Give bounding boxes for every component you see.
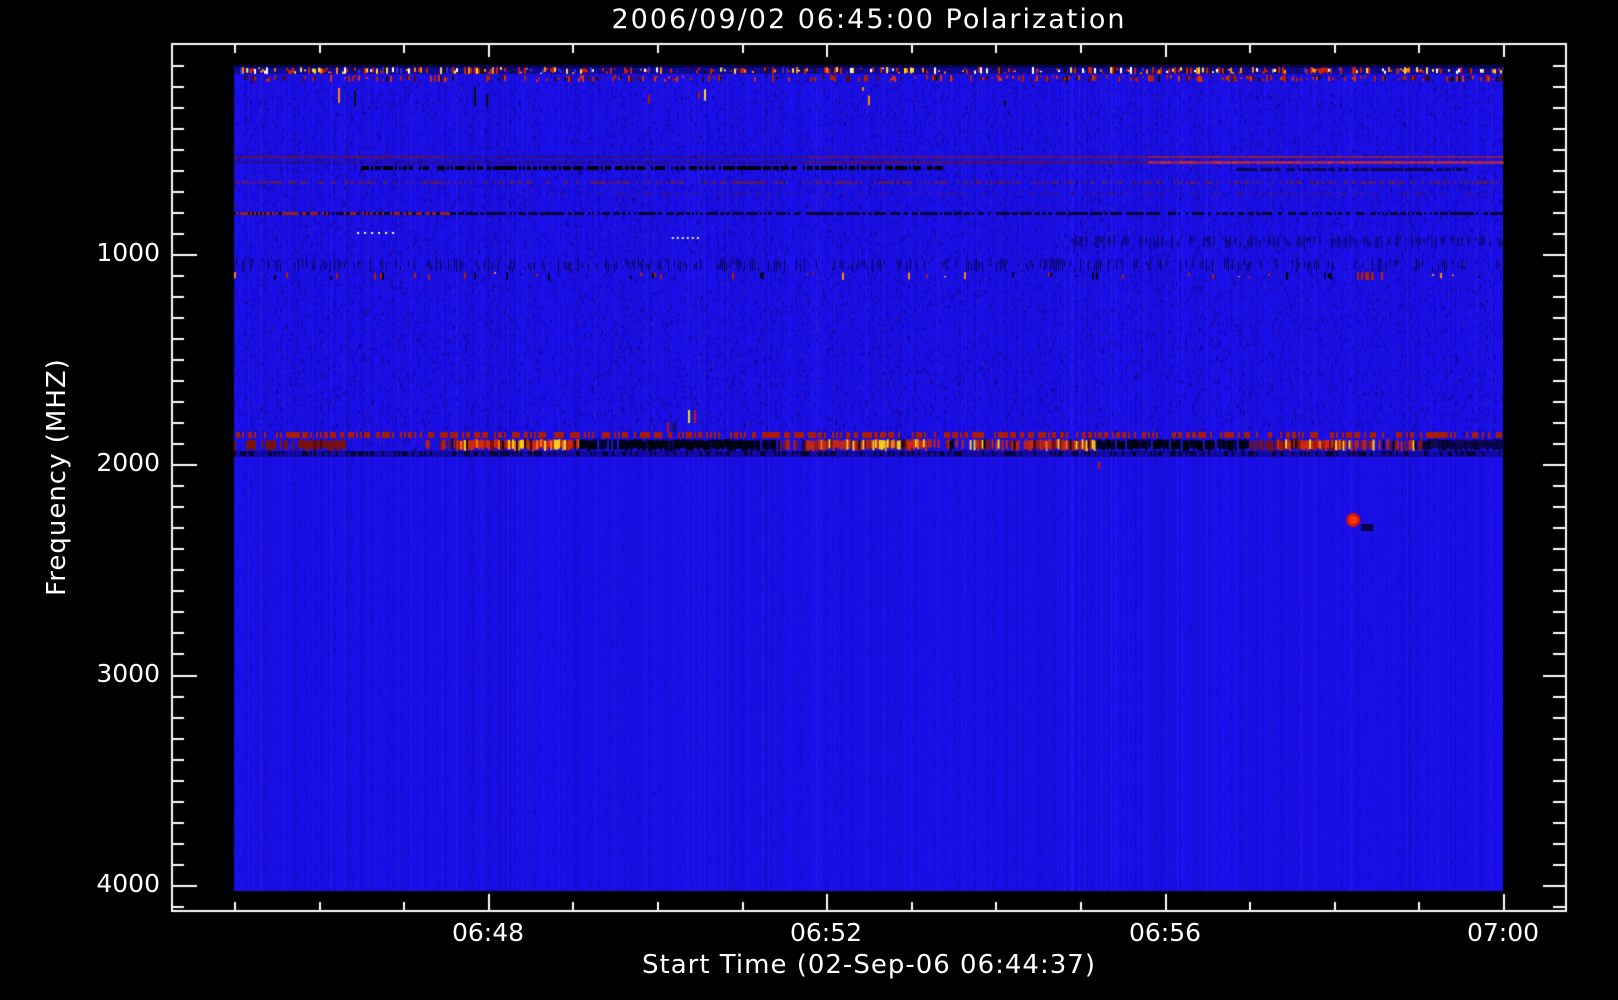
spectrogram-canvas [0, 0, 1618, 1000]
x-tick-label: 06:56 [1128, 918, 1202, 947]
y-axis-label: Frequency (MHZ) [42, 358, 72, 596]
y-tick-label: 1000 [96, 238, 160, 267]
y-tick-label: 2000 [96, 448, 160, 477]
y-tick-label: 4000 [96, 869, 160, 898]
y-tick-label: 3000 [96, 659, 160, 688]
x-tick-label: 07:00 [1466, 918, 1540, 947]
chart-title: 2006/09/02 06:45:00 Polarization [611, 4, 1127, 35]
x-tick-label: 06:52 [789, 918, 863, 947]
spectrogram-page: 2006/09/02 06:45:00 Polarization Frequen… [0, 0, 1618, 1000]
x-tick-label: 06:48 [451, 918, 525, 947]
x-axis-label: Start Time (02-Sep-06 06:44:37) [642, 950, 1096, 980]
